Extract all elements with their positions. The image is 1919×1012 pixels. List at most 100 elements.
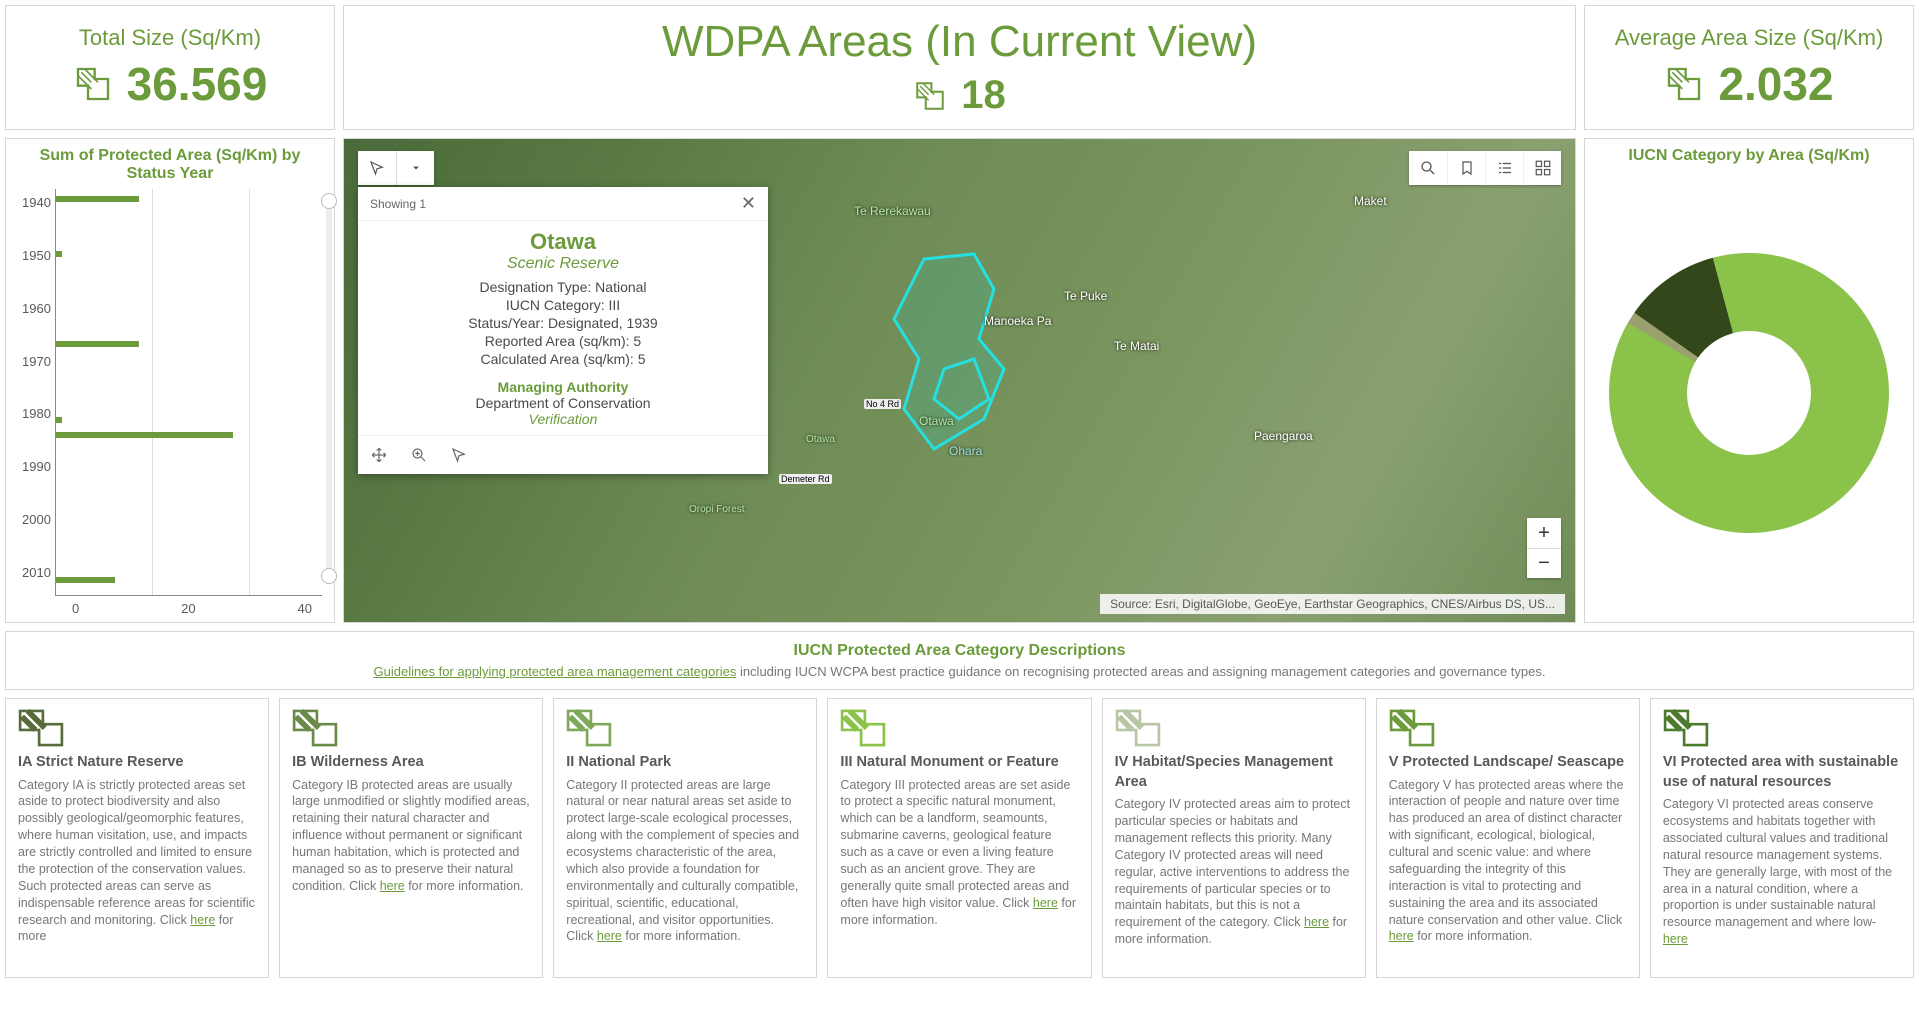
wdpa-value: 18 bbox=[961, 73, 1006, 118]
card-avg-size: Average Area Size (Sq/Km) 2.032 bbox=[1584, 5, 1914, 130]
area-icon bbox=[913, 79, 947, 113]
panel-iucn-descriptions: IUCN Protected Area Category Description… bbox=[5, 631, 1914, 690]
popup-managing-authority: Department of Conservation bbox=[370, 395, 756, 411]
search-button[interactable] bbox=[1409, 151, 1447, 185]
category-text: Category IA is strictly protected areas … bbox=[18, 777, 256, 946]
map-label: Te Matai bbox=[1114, 339, 1159, 353]
card-wdpa-count: WDPA Areas (In Current View) 18 bbox=[343, 5, 1576, 130]
area-icon bbox=[73, 64, 113, 104]
wdpa-title: WDPA Areas (In Current View) bbox=[662, 17, 1257, 67]
category-icon bbox=[840, 709, 886, 747]
panel-bar-chart: Sum of Protected Area (Sq/Km) by Status … bbox=[5, 138, 335, 623]
category-card: IV Habitat/Species Management Area Catego… bbox=[1102, 698, 1366, 978]
category-card: VI Protected area with sustainable use o… bbox=[1650, 698, 1914, 978]
category-icon bbox=[292, 709, 338, 747]
basemap-button[interactable] bbox=[1523, 151, 1561, 185]
category-here-link[interactable]: here bbox=[190, 913, 215, 927]
popup-close-button[interactable]: ✕ bbox=[741, 193, 756, 214]
category-title: IV Habitat/Species Management Area bbox=[1115, 753, 1353, 792]
category-title: III Natural Monument or Feature bbox=[840, 753, 1078, 773]
bar[interactable] bbox=[56, 251, 62, 257]
category-text: Category IV protected areas aim to prote… bbox=[1115, 796, 1353, 948]
category-card: II National Park Category II protected ar… bbox=[553, 698, 817, 978]
map-label: Oropi Forest bbox=[689, 504, 745, 515]
guidelines-link[interactable]: Guidelines for applying protected area m… bbox=[374, 664, 737, 679]
bar[interactable] bbox=[56, 432, 233, 438]
popup-footer bbox=[358, 435, 768, 474]
bar[interactable] bbox=[56, 417, 62, 423]
category-here-link[interactable]: here bbox=[1304, 915, 1329, 929]
category-title: IA Strict Nature Reserve bbox=[18, 753, 256, 773]
bar[interactable] bbox=[56, 341, 139, 347]
map-label: Maket bbox=[1354, 194, 1387, 208]
bookmark-button[interactable] bbox=[1447, 151, 1485, 185]
category-icon bbox=[566, 709, 612, 747]
category-card: V Protected Landscape/ Seascape Category … bbox=[1376, 698, 1640, 978]
bar[interactable] bbox=[56, 577, 115, 583]
map-toolbar-right bbox=[1409, 151, 1561, 185]
road-label: No 4 Rd bbox=[864, 399, 901, 409]
bar-chart[interactable]: 19401950196019701980199020002010 02040 bbox=[18, 189, 322, 614]
iucn-desc-title: IUCN Protected Area Category Description… bbox=[18, 642, 1901, 660]
zoom-in-button[interactable]: + bbox=[1527, 518, 1561, 548]
category-here-link[interactable]: here bbox=[1389, 929, 1414, 943]
category-icon bbox=[1663, 709, 1709, 747]
range-slider-handle-bottom[interactable] bbox=[321, 568, 337, 584]
category-text: Category III protected areas are set asi… bbox=[840, 777, 1078, 929]
map-label: Paengaroa bbox=[1254, 429, 1313, 443]
popup-feature-name: Otawa bbox=[370, 229, 756, 255]
category-here-link[interactable]: here bbox=[1033, 896, 1058, 910]
category-text: Category VI protected areas conserve eco… bbox=[1663, 796, 1901, 948]
category-title: IB Wilderness Area bbox=[292, 753, 530, 773]
map-label: Otawa bbox=[919, 414, 954, 428]
category-text: Category IB protected areas are usually … bbox=[292, 777, 530, 895]
category-title: V Protected Landscape/ Seascape bbox=[1389, 753, 1627, 773]
map-label: Te Rerekawau bbox=[854, 204, 931, 218]
category-icon bbox=[1389, 709, 1435, 747]
category-card: III Natural Monument or Feature Category … bbox=[827, 698, 1091, 978]
bar-plot-area bbox=[55, 189, 322, 596]
area-icon bbox=[1664, 64, 1704, 104]
panel-donut-chart: IUCN Category by Area (Sq/Km) bbox=[1584, 138, 1914, 623]
donut-chart[interactable] bbox=[1597, 171, 1901, 614]
category-here-link[interactable]: here bbox=[380, 879, 405, 893]
range-slider-handle-top[interactable] bbox=[321, 193, 337, 209]
donut-title: IUCN Category by Area (Sq/Km) bbox=[1597, 147, 1901, 165]
category-text: Category V has protected areas where the… bbox=[1389, 777, 1627, 946]
road-label: Demeter Rd bbox=[779, 474, 832, 484]
category-here-link[interactable]: here bbox=[597, 929, 622, 943]
panel-map[interactable]: Otawa Ohara Te Rerekawau Te Puke Manoeka… bbox=[343, 138, 1576, 623]
category-title: VI Protected area with sustainable use o… bbox=[1663, 753, 1901, 792]
popup-managing-authority-heading: Managing Authority bbox=[370, 379, 756, 395]
select-tool-button[interactable] bbox=[358, 151, 396, 185]
category-text: Category II protected areas are large na… bbox=[566, 777, 804, 946]
bar[interactable] bbox=[56, 196, 139, 202]
feature-popup: Showing 1 ✕ Otawa Scenic Reserve Designa… bbox=[358, 187, 768, 474]
bar-chart-title: Sum of Protected Area (Sq/Km) by Status … bbox=[18, 147, 322, 183]
map-label: Otawa bbox=[806, 434, 835, 445]
bar-x-labels: 02040 bbox=[72, 601, 312, 616]
popup-pan-button[interactable] bbox=[366, 442, 392, 468]
popup-select-button[interactable] bbox=[446, 442, 472, 468]
popup-zoom-button[interactable] bbox=[406, 442, 432, 468]
select-dropdown-button[interactable] bbox=[396, 151, 434, 185]
category-here-link[interactable]: here bbox=[1663, 932, 1688, 946]
avg-size-label: Average Area Size (Sq/Km) bbox=[1615, 25, 1884, 51]
selected-feature-outline[interactable] bbox=[864, 249, 1064, 469]
map-label: Manoeka Pa bbox=[984, 314, 1051, 328]
popup-body: Otawa Scenic Reserve Designation Type: N… bbox=[358, 221, 768, 435]
popup-verification-heading: Verification bbox=[370, 411, 756, 427]
zoom-control: + − bbox=[1527, 518, 1561, 578]
total-size-label: Total Size (Sq/Km) bbox=[79, 25, 261, 51]
map-label: Ohara bbox=[949, 444, 982, 458]
legend-button[interactable] bbox=[1485, 151, 1523, 185]
category-title: II National Park bbox=[566, 753, 804, 773]
map-attribution: Source: Esri, DigitalGlobe, GeoEye, Eart… bbox=[1100, 594, 1565, 614]
popup-designation: Scenic Reserve bbox=[370, 255, 756, 273]
range-slider-track[interactable] bbox=[326, 195, 332, 580]
iucn-desc-subtitle: Guidelines for applying protected area m… bbox=[18, 664, 1901, 679]
map-toolbar-left bbox=[358, 151, 434, 185]
category-card: IB Wilderness Area Category IB protected … bbox=[279, 698, 543, 978]
zoom-out-button[interactable]: − bbox=[1527, 548, 1561, 578]
map-label: Te Puke bbox=[1064, 289, 1107, 303]
